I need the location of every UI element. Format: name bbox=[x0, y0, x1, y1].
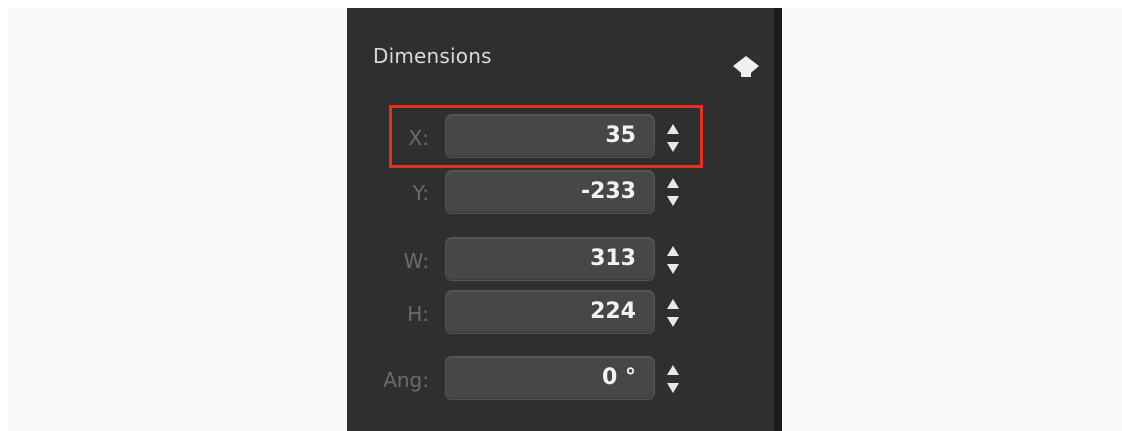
y-stepper-icon[interactable] bbox=[665, 174, 681, 210]
angle-stepper-icon[interactable] bbox=[665, 361, 681, 397]
y-field-value: -233 bbox=[580, 179, 636, 204]
y-field[interactable]: -233 bbox=[445, 170, 655, 214]
background-left bbox=[8, 8, 347, 431]
h-stepper-icon[interactable] bbox=[665, 295, 681, 331]
pin-diamond-icon[interactable] bbox=[729, 54, 763, 80]
h-field-label: H: bbox=[407, 302, 429, 326]
angle-field-value: 0 ° bbox=[602, 365, 636, 390]
panel-title: Dimensions bbox=[373, 44, 492, 68]
y-field-label: Y: bbox=[412, 181, 429, 205]
angle-field-label: Ang: bbox=[383, 368, 429, 392]
angle-field[interactable]: 0 ° bbox=[445, 356, 655, 400]
panel-right-edge bbox=[774, 8, 782, 431]
h-field[interactable]: 224 bbox=[445, 290, 655, 334]
w-field-label: W: bbox=[403, 249, 429, 273]
background-right bbox=[782, 8, 1122, 431]
dimensions-panel: Dimensions X: 35 Y: -233 W: 313 H: 224 A… bbox=[347, 8, 774, 431]
w-stepper-icon[interactable] bbox=[665, 242, 681, 278]
w-field[interactable]: 313 bbox=[445, 237, 655, 281]
w-field-value: 313 bbox=[590, 246, 636, 271]
h-field-value: 224 bbox=[590, 299, 636, 324]
x-field-highlight-box bbox=[389, 105, 703, 168]
